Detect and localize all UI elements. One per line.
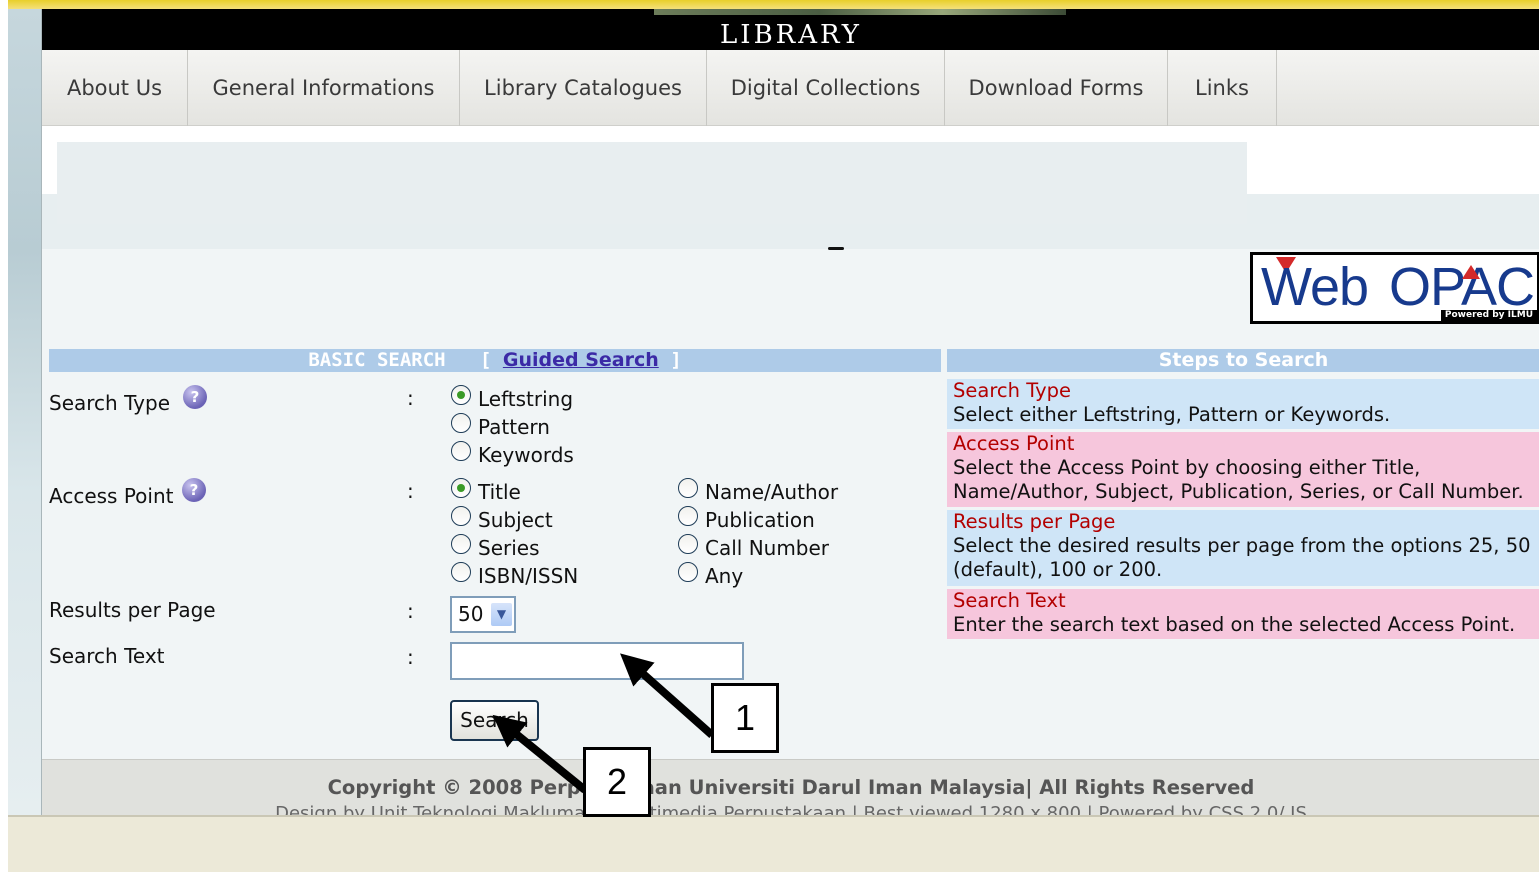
step-access-point: Access Point Select the Access Point by …	[947, 432, 1539, 507]
radio-name-author[interactable]	[678, 478, 698, 498]
step-title: Access Point	[953, 432, 1075, 455]
search-text-input[interactable]	[450, 642, 744, 680]
logo-text-web: Web	[1261, 257, 1369, 317]
radio-call-number[interactable]	[678, 534, 698, 554]
step-text: Select the desired results per page from…	[953, 534, 1531, 581]
guided-search-link[interactable]: Guided Search	[503, 349, 659, 371]
radio-leftstring[interactable]	[451, 385, 471, 405]
option-isbn-issn[interactable]: ISBN/ISSN	[478, 564, 578, 588]
step-results-per-page: Results per Page Select the desired resu…	[947, 510, 1539, 586]
step-title: Search Text	[953, 589, 1066, 612]
radio-isbn-issn[interactable]	[451, 562, 471, 582]
colon: :	[407, 645, 414, 669]
callout-2: 2	[583, 747, 651, 817]
radio-pattern[interactable]	[451, 413, 471, 433]
option-series[interactable]: Series	[478, 536, 540, 560]
search-text-label: Search Text	[49, 644, 165, 668]
step-search-text: Search Text Enter the search text based …	[947, 589, 1539, 639]
option-title[interactable]: Title	[478, 480, 521, 504]
page-footer: Copyright © 2008 Perpustakaan Universiti…	[42, 759, 1539, 815]
step-search-type: Search Type Select either Leftstring, Pa…	[947, 379, 1539, 429]
step-title: Results per Page	[953, 510, 1116, 533]
bracket-close: ]	[670, 349, 682, 371]
main-nav: About Us General Informations Library Ca…	[42, 50, 1539, 126]
window-top-edge	[8, 0, 1539, 9]
help-icon[interactable]: ?	[182, 478, 206, 502]
chevron-down-icon[interactable]: ▼	[491, 603, 512, 626]
results-per-page-label: Results per Page	[49, 598, 216, 622]
option-subject[interactable]: Subject	[478, 508, 553, 532]
page-side-background	[8, 9, 41, 815]
nav-about-us[interactable]: About Us	[42, 50, 188, 126]
radio-subject[interactable]	[451, 506, 471, 526]
logo-powered-by: Powered by ILMU	[1440, 310, 1537, 321]
option-leftstring[interactable]: Leftstring	[478, 387, 573, 411]
radio-keywords[interactable]	[451, 441, 471, 461]
left-gutter	[0, 0, 8, 872]
results-per-page-select[interactable]: 50 ▼	[450, 596, 516, 633]
nav-links[interactable]: Links	[1168, 50, 1277, 126]
basic-search-header: BASIC SEARCH [ Guided Search ]	[49, 349, 941, 372]
page-container: LIBRARY About Us General Informations Li…	[41, 9, 1539, 815]
header-banner-image	[654, 9, 1066, 15]
step-text: Enter the search text based on the selec…	[953, 613, 1516, 636]
radio-any[interactable]	[678, 562, 698, 582]
nav-library-catalogues[interactable]: Library Catalogues	[460, 50, 707, 126]
radio-publication[interactable]	[678, 506, 698, 526]
step-text: Select either Leftstring, Pattern or Key…	[953, 403, 1391, 426]
radio-series[interactable]	[451, 534, 471, 554]
colon: :	[407, 479, 414, 503]
callout-1: 1	[711, 683, 779, 753]
bracket-open: [	[479, 349, 492, 371]
option-publication[interactable]: Publication	[705, 508, 815, 532]
colon: :	[407, 386, 414, 410]
help-icon[interactable]: ?	[183, 385, 207, 409]
option-pattern[interactable]: Pattern	[478, 415, 550, 439]
option-call-number[interactable]: Call Number	[705, 536, 829, 560]
search-content: Web OPAC Powered by ILMU BASIC SEARCH [ …	[42, 249, 1539, 759]
option-keywords[interactable]: Keywords	[478, 443, 574, 467]
search-button[interactable]: Search	[450, 700, 539, 741]
site-title: LIBRARY	[720, 20, 862, 50]
radio-title[interactable]	[451, 478, 471, 498]
site-header: LIBRARY	[42, 9, 1539, 50]
nav-general-informations[interactable]: General Informations	[188, 50, 460, 126]
webopac-logo: Web OPAC Powered by ILMU	[1250, 252, 1539, 324]
basic-search-label: BASIC SEARCH	[308, 349, 446, 371]
browser-status-bar	[8, 815, 1539, 872]
access-point-label: Access Point	[49, 484, 174, 508]
results-per-page-value: 50	[458, 602, 484, 626]
step-title: Search Type	[953, 379, 1071, 402]
steps-header: Steps to Search	[947, 349, 1539, 372]
logo-accent-icon	[1462, 265, 1480, 279]
nav-digital-collections[interactable]: Digital Collections	[707, 50, 945, 126]
blank-panel	[57, 142, 1247, 224]
footer-credits: Design by Unit Teknologi Maklumat & Mult…	[275, 803, 1307, 815]
search-type-label: Search Type	[49, 391, 171, 415]
option-any[interactable]: Any	[705, 564, 743, 588]
footer-copyright: Copyright © 2008 Perpustakaan Universiti…	[327, 776, 1255, 799]
step-text: Select the Access Point by choosing eith…	[953, 456, 1524, 503]
nav-download-forms[interactable]: Download Forms	[945, 50, 1168, 126]
decorative-mark	[828, 247, 844, 250]
option-name-author[interactable]: Name/Author	[705, 480, 838, 504]
colon: :	[407, 599, 414, 623]
